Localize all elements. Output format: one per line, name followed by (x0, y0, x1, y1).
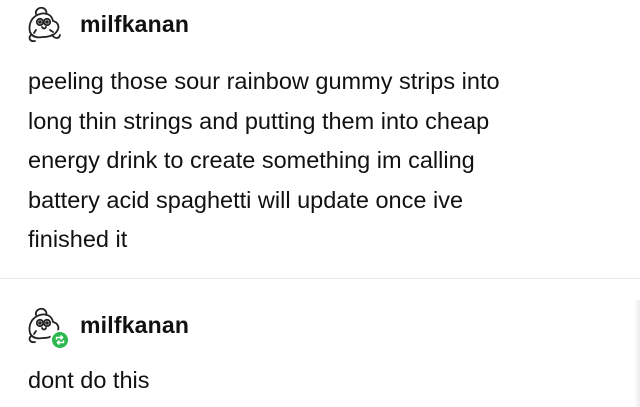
reblog-badge (50, 330, 70, 350)
post-body-line: finished it (28, 226, 128, 252)
post-body-line: dont do this (28, 367, 150, 393)
reblog-icon (55, 335, 65, 345)
post-body: peeling those sour rainbow gummy strips … (28, 62, 608, 260)
post-body-line: battery acid spaghetti will update once … (28, 186, 464, 213)
post-body-line: energy drink to create something im call… (28, 147, 475, 173)
pigeon-doodle-icon (28, 6, 61, 43)
scroll-edge (634, 300, 640, 407)
avatar[interactable] (22, 303, 70, 350)
post-original: milfkanan peeling those sour rainbow gum… (0, 0, 640, 279)
post-body: dont do this (28, 361, 608, 401)
avatar[interactable] (22, 2, 66, 46)
post-body-line: long thin strings and putting them into … (28, 107, 490, 134)
post-header: milfkanan (22, 2, 189, 46)
post-body-line: peeling those sour rainbow gummy strips … (28, 68, 500, 94)
username[interactable]: milfkanan (80, 11, 189, 38)
post-header: milfkanan (22, 303, 189, 350)
username[interactable]: milfkanan (80, 312, 189, 339)
post-reblog: milfkanan dont do this (0, 279, 640, 407)
